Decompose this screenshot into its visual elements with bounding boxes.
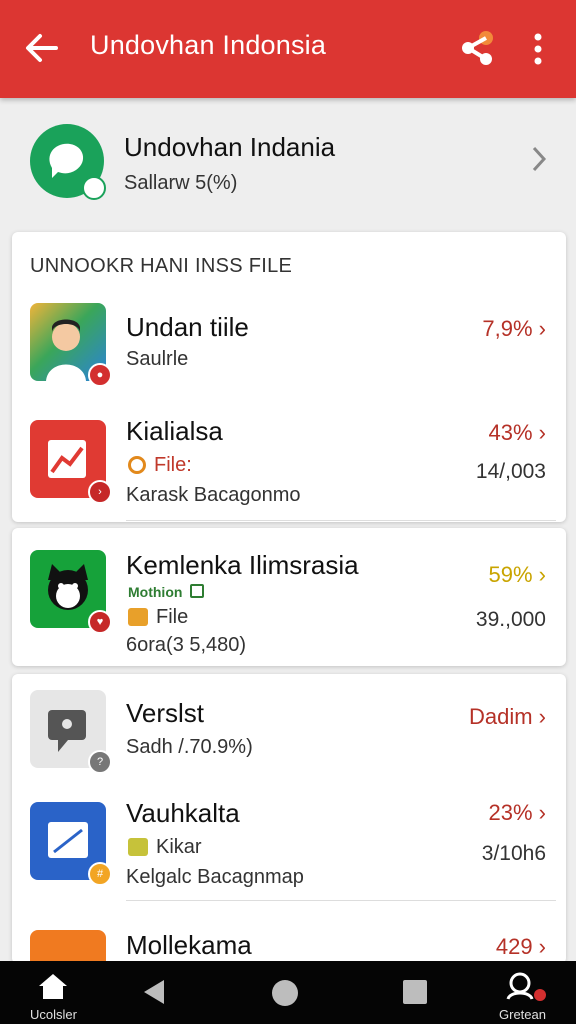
item-detail: Karask Bacagonmo [126, 484, 301, 506]
status-badge: ● [88, 363, 112, 387]
item-subtitle: Saulrle [126, 348, 189, 370]
list-item[interactable]: › Kialialsa File: Karask Bacagonmo 43% ›… [0, 416, 576, 521]
item-percent: Dadim › [468, 704, 546, 729]
recents-square-icon[interactable] [402, 979, 428, 1005]
list-item[interactable]: # Vauhkalta Kikar Kelgalc Bacagnmap 23% … [0, 798, 576, 902]
app-title: Undovhan Indonsia [90, 30, 327, 60]
entity-header[interactable]: Undovhan Indania Sallarw 5(%) [0, 110, 576, 220]
item-detail: 6ora(3 5,480) [126, 634, 247, 656]
item-subtitle: Sadh /.70.9%) [126, 736, 253, 758]
nav-left-label: Ucolsler [30, 1007, 77, 1022]
section-title: UNNOOKR HANI INSS FILE [30, 255, 293, 277]
status-badge: ? [88, 750, 112, 774]
app-icon [30, 930, 106, 961]
home-circle-icon[interactable] [270, 978, 300, 1008]
account-icon[interactable] [504, 971, 548, 1003]
item-count: 3/10h6 [481, 842, 546, 865]
message-icon: ? [30, 690, 112, 774]
status-badge: ♥ [88, 610, 112, 634]
status-badge: # [88, 862, 112, 886]
arrow-left-icon[interactable] [22, 28, 62, 68]
item-title: Verslst [126, 698, 205, 728]
home-icon[interactable] [36, 971, 70, 1001]
app-avatar-icon: ● [30, 303, 112, 387]
back-triangle-icon[interactable] [140, 977, 168, 1007]
item-title: Kialialsa [126, 416, 223, 446]
item-count: 14/,003 [475, 460, 546, 483]
file-icon [128, 608, 148, 626]
item-title: Vauhkalta [126, 798, 240, 828]
item-percent: 23% › [488, 800, 546, 825]
item-count: 39.,000 [475, 608, 546, 631]
cat-mascot-icon: ♥ [30, 550, 112, 634]
app-bar: Undovhan Indonsia [0, 0, 576, 98]
chevron-right-icon [532, 146, 547, 172]
entity-sub-badge [82, 176, 106, 200]
tag-small-icon [190, 584, 204, 598]
entity-meta: Sallarw 5(%) [124, 172, 238, 194]
document-icon: # [30, 802, 112, 886]
divider [126, 900, 556, 901]
item-percent: 43% › [488, 420, 546, 445]
item-detail: Kelgalc Bacagnmap [126, 866, 304, 888]
list-item[interactable]: ♥ Kemlenka Ilimsrasia Mothion File 6ora(… [0, 546, 576, 656]
item-title: Undan tiile [126, 312, 249, 342]
entity-logo [30, 124, 106, 200]
tag-icon [128, 838, 148, 856]
item-percent: 59% › [488, 562, 546, 587]
list-item[interactable]: ● Undan tiile Saulrle 7,9% › [0, 300, 576, 390]
item-percent: 429 › [495, 934, 546, 959]
item-percent: 7,9% › [482, 316, 546, 341]
list-item[interactable]: Mollekama 429 › [0, 926, 576, 961]
entity-name: Undovhan Indania [124, 132, 336, 162]
more-vert-icon[interactable] [530, 32, 546, 66]
item-tag: File [156, 606, 189, 628]
item-tag-small: Mothion [128, 584, 183, 600]
trend-chart-icon: › [30, 420, 112, 504]
status-badge: › [88, 480, 112, 504]
item-tag: File: [154, 454, 192, 476]
system-nav-bar: Ucolsler Gretean [0, 961, 576, 1024]
item-title: Mollekama [126, 930, 252, 960]
file-icon [128, 456, 146, 474]
item-title: Kemlenka Ilimsrasia [126, 550, 359, 580]
item-tag: Kikar [156, 836, 202, 858]
divider [126, 520, 556, 521]
nav-right-label: Gretean [499, 1007, 546, 1022]
list-item[interactable]: ? Verslst Sadh /.70.9%) Dadim › [0, 688, 576, 778]
share-icon[interactable] [458, 28, 498, 70]
